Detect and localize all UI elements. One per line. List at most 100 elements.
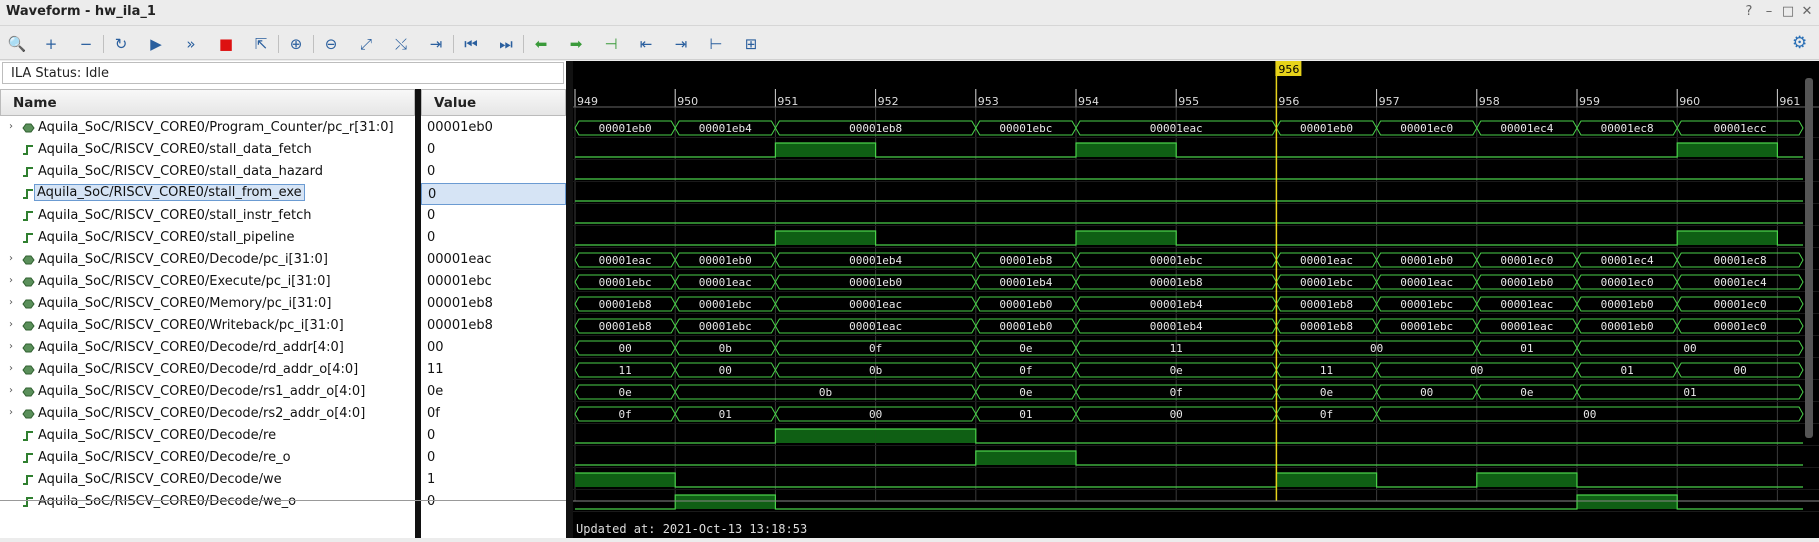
bus-value-label: 0f: [869, 342, 882, 355]
expand-chevron-icon[interactable]: ›: [9, 341, 13, 352]
signal-row[interactable]: Aquila_SoC/RISCV_CORE0/stall_pipeline: [0, 227, 415, 249]
signal-value[interactable]: 00001eb0: [421, 117, 566, 139]
tick-label: 949: [577, 95, 598, 108]
signal-row[interactable]: Aquila_SoC/RISCV_CORE0/Decode/re: [0, 425, 415, 447]
settings-icon[interactable]: ⚙: [1792, 33, 1807, 53]
signal-row[interactable]: › Aquila_SoC/RISCV_CORE0/Decode/pc_i[31:0…: [0, 249, 415, 271]
tick-label: 954: [1078, 95, 1099, 108]
bus-value-label: 0b: [819, 386, 832, 399]
signal-row[interactable]: › Aquila_SoC/RISCV_CORE0/Execute/pc_i[31:…: [0, 271, 415, 293]
waveform-view[interactable]: 949 950 951 952 953 954 955 956 957 958 959 960 961 0…: [573, 61, 1819, 538]
waveform-scrollbar[interactable]: [1805, 78, 1813, 438]
close-button[interactable]: ✕: [1799, 4, 1815, 19]
maximize-button[interactable]: □: [1780, 4, 1796, 19]
go-cursor-icon[interactable]: ⇥: [425, 33, 447, 55]
signal-value[interactable]: 0: [421, 447, 566, 469]
signal-value[interactable]: 0f: [421, 403, 566, 425]
value-column-header[interactable]: Value: [421, 89, 566, 116]
signal-row[interactable]: Aquila_SoC/RISCV_CORE0/Decode/we_o: [0, 491, 415, 513]
bus-value-label: 00001eb4: [699, 122, 752, 135]
signal-row[interactable]: Aquila_SoC/RISCV_CORE0/stall_data_fetch: [0, 139, 415, 161]
signal-row[interactable]: › Aquila_SoC/RISCV_CORE0/Decode/rs2_addr_…: [0, 403, 415, 425]
refresh-icon[interactable]: ↻: [110, 33, 132, 55]
go-start-icon[interactable]: ⏮: [460, 33, 482, 55]
cursor-snap-icon[interactable]: ⤯: [390, 33, 412, 55]
signal-value[interactable]: 0: [421, 425, 566, 447]
bus-value-label: 00001eb0: [1300, 122, 1353, 135]
export-icon[interactable]: ⇱: [250, 33, 272, 55]
signal-name: Aquila_SoC/RISCV_CORE0/stall_pipeline: [38, 230, 295, 245]
waveform-canvas[interactable]: 949 950 951 952 953 954 955 956 957 958 959 960 961 0…: [573, 61, 1819, 538]
bus-value-label: 00001eb0: [1400, 254, 1453, 267]
stop-icon[interactable]: ■: [215, 33, 237, 55]
next-transition-icon[interactable]: ➡: [565, 33, 587, 55]
run-trigger-icon[interactable]: ▶: [145, 33, 167, 55]
signal-row[interactable]: Aquila_SoC/RISCV_CORE0/Decode/re_o: [0, 447, 415, 469]
panel-splitter[interactable]: [566, 61, 573, 538]
signal-value-text: 00001eb0: [427, 120, 493, 135]
zoom-out-icon[interactable]: ⊖: [320, 33, 342, 55]
expand-chevron-icon[interactable]: ›: [9, 121, 13, 132]
minimize-button[interactable]: –: [1761, 4, 1777, 19]
signal-row[interactable]: › Aquila_SoC/RISCV_CORE0/Decode/rs1_addr_…: [0, 381, 415, 403]
expand-chevron-icon[interactable]: ›: [9, 385, 13, 396]
signal-value[interactable]: 11: [421, 359, 566, 381]
expand-chevron-icon[interactable]: ›: [9, 407, 13, 418]
signal-value-text: 0: [427, 142, 436, 157]
signal-value-text: 00001eb8: [427, 296, 493, 311]
signal-value[interactable]: 0: [421, 183, 566, 205]
signal-name: Aquila_SoC/RISCV_CORE0/Program_Counter/p…: [38, 120, 394, 135]
bus-value-label: 00001eb4: [1150, 298, 1203, 311]
bus-value-label: 00001ec0: [1400, 122, 1453, 135]
signal-value[interactable]: 0: [421, 491, 566, 513]
zoom-fit-icon[interactable]: ⤢: [355, 33, 377, 55]
expand-chevron-icon[interactable]: ›: [9, 297, 13, 308]
name-column-header[interactable]: Name: [0, 89, 415, 116]
signal-value[interactable]: 00001eb8: [421, 315, 566, 337]
signal-row[interactable]: Aquila_SoC/RISCV_CORE0/Decode/we: [0, 469, 415, 491]
bus-value-label: 00001eac: [599, 254, 652, 267]
signal-value[interactable]: 1: [421, 469, 566, 491]
signal-value[interactable]: 0: [421, 205, 566, 227]
signal-value[interactable]: 00001eac: [421, 249, 566, 271]
expand-chevron-icon[interactable]: ›: [9, 253, 13, 264]
signal-value[interactable]: 00001eb8: [421, 293, 566, 315]
next-marker-icon[interactable]: ⇥: [670, 33, 692, 55]
high-level-fill: [775, 231, 876, 245]
bus-value-label: 01: [719, 408, 732, 421]
expand-chevron-icon[interactable]: ›: [9, 275, 13, 286]
signal-row[interactable]: Aquila_SoC/RISCV_CORE0/stall_from_exe: [0, 183, 415, 205]
prev-transition-icon[interactable]: ⬅: [530, 33, 552, 55]
signal-row[interactable]: Aquila_SoC/RISCV_CORE0/stall_data_hazard: [0, 161, 415, 183]
swap-cursors-icon[interactable]: ⊢: [705, 33, 727, 55]
signal-row[interactable]: › Aquila_SoC/RISCV_CORE0/Writeback/pc_i[3…: [0, 315, 415, 337]
signal-value[interactable]: 00001ebc: [421, 271, 566, 293]
add-icon[interactable]: +: [40, 33, 62, 55]
signal-value[interactable]: 0: [421, 227, 566, 249]
run-immediate-icon[interactable]: »: [180, 33, 202, 55]
signal-value-text: 0e: [427, 384, 444, 399]
expand-chevron-icon[interactable]: ›: [9, 319, 13, 330]
signal-row[interactable]: Aquila_SoC/RISCV_CORE0/stall_instr_fetch: [0, 205, 415, 227]
signal-value[interactable]: 0: [421, 161, 566, 183]
expand-chevron-icon[interactable]: ›: [9, 363, 13, 374]
signal-row[interactable]: › Aquila_SoC/RISCV_CORE0/Decode/rd_addr_o…: [0, 359, 415, 381]
zoom-in-icon[interactable]: ⊕: [285, 33, 307, 55]
add-marker-icon[interactable]: ⊣: [600, 33, 622, 55]
tick-label: 952: [878, 95, 899, 108]
prev-marker-icon[interactable]: ⇤: [635, 33, 657, 55]
bus-value-label: 0b: [719, 342, 732, 355]
go-end-icon[interactable]: ⏭: [495, 33, 517, 55]
signal-value[interactable]: 0: [421, 139, 566, 161]
expand-icon[interactable]: ⊞: [740, 33, 762, 55]
bit-signal-icon: [23, 145, 33, 155]
signal-row[interactable]: › Aquila_SoC/RISCV_CORE0/Program_Counter/…: [0, 117, 415, 139]
bus-value-label: 00001eb8: [849, 122, 902, 135]
search-icon[interactable]: 🔍: [6, 33, 28, 55]
signal-value[interactable]: 00: [421, 337, 566, 359]
signal-row[interactable]: › Aquila_SoC/RISCV_CORE0/Memory/pc_i[31:0…: [0, 293, 415, 315]
help-button[interactable]: ?: [1741, 4, 1757, 19]
signal-value[interactable]: 0e: [421, 381, 566, 403]
signal-row[interactable]: › Aquila_SoC/RISCV_CORE0/Decode/rd_addr[4…: [0, 337, 415, 359]
remove-icon[interactable]: −: [75, 33, 97, 55]
